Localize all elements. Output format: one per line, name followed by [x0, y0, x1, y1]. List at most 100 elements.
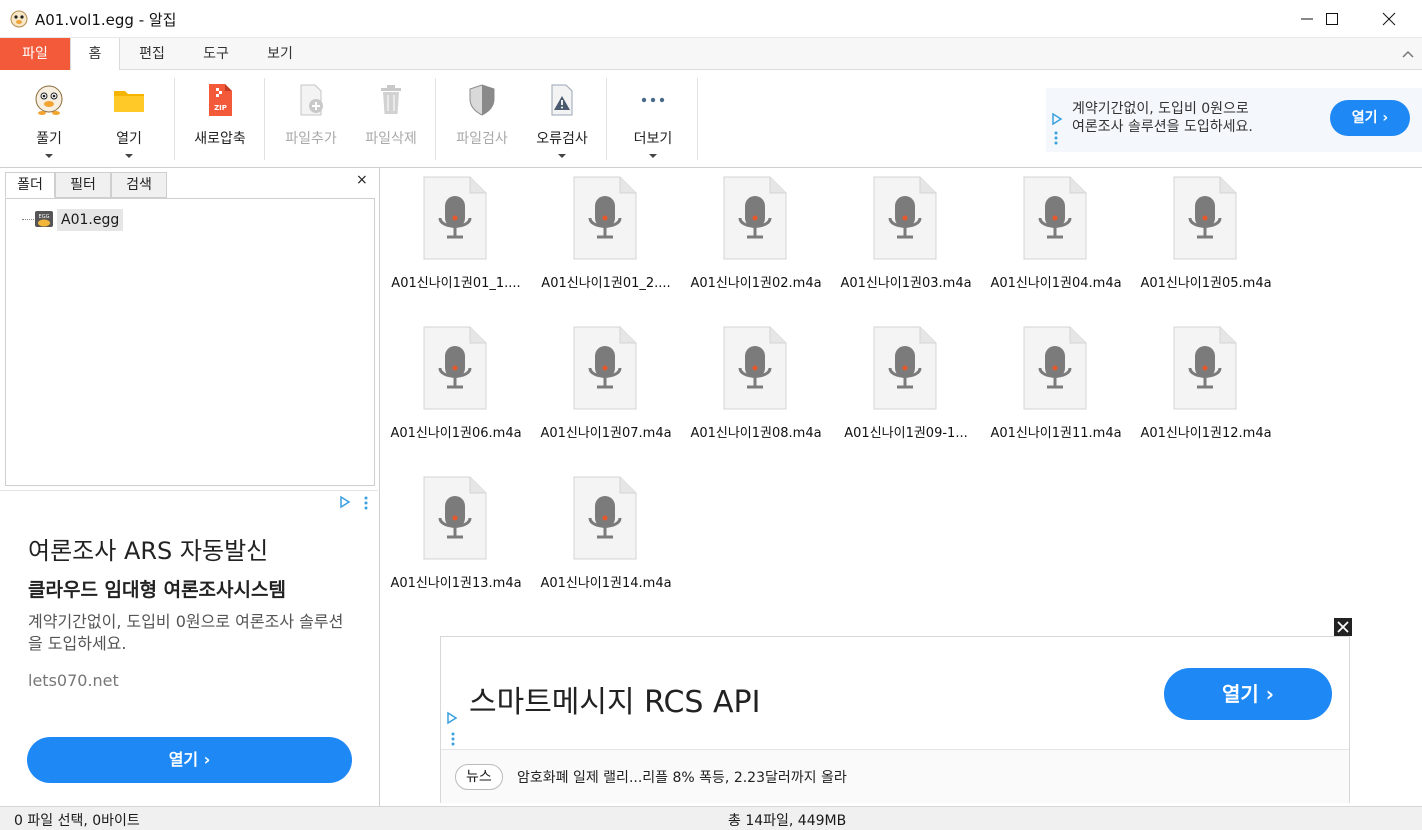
file-item[interactable]: A01신나이1권07.m4a	[531, 318, 681, 458]
tab-edit[interactable]: 편집	[124, 38, 180, 70]
maximize-button[interactable]	[1307, 0, 1357, 38]
scan-file-button[interactable]: 파일검사	[446, 76, 518, 162]
tab-filter[interactable]: 필터	[55, 172, 111, 198]
left-ad-headline: 여론조사 ARS 자동발신	[28, 537, 269, 565]
file-name: A01신나이1권02.m4a	[690, 276, 822, 291]
add-file-button[interactable]: 파일추가	[276, 76, 346, 162]
tab-folder[interactable]: 폴더	[5, 172, 55, 198]
more-button[interactable]: 더보기	[620, 76, 686, 162]
more-icon	[641, 97, 665, 103]
ribbon-separator	[606, 78, 607, 160]
file-item[interactable]: A01신나이1권09-1...	[831, 318, 981, 458]
selection-status: 0 파일 선택, 0바이트	[14, 813, 140, 829]
ribbon-separator	[435, 78, 436, 160]
file-item[interactable]: A01신나이1권06.m4a	[381, 318, 531, 458]
error-check-button[interactable]: 오류검사	[526, 76, 598, 162]
delete-file-button[interactable]: 파일삭제	[356, 76, 426, 162]
tab-tools[interactable]: 도구	[188, 38, 244, 70]
error-check-label: 오류검사	[536, 131, 588, 147]
open-label: 열기	[116, 131, 142, 147]
audio-file-icon	[723, 176, 787, 260]
window-title: A01.vol1.egg - 알집	[35, 11, 177, 29]
panel-close-button[interactable]: ×	[356, 172, 368, 188]
news-tag: 뉴스	[455, 764, 503, 790]
folder-tree: EGG A01.egg	[5, 198, 375, 486]
left-panel: 폴더 필터 검색 × EGG A01.egg 여론조사 ARS 자동발신 클라우…	[0, 168, 380, 806]
tree-node-root[interactable]: A01.egg	[57, 209, 124, 231]
close-button[interactable]	[1364, 0, 1414, 38]
delete-file-label: 파일삭제	[365, 131, 417, 147]
file-name: A01신나이1권05.m4a	[1140, 276, 1272, 291]
ad-choices-icon[interactable]	[338, 495, 352, 509]
ad-choices-icon[interactable]	[445, 711, 459, 725]
file-item[interactable]: A01신나이1권13.m4a	[381, 468, 531, 608]
status-bar: 0 파일 선택, 0바이트 총 14파일, 449MB	[0, 806, 1422, 830]
top-ad-banner[interactable]: 계약기간없이, 도입비 0원으로 여론조사 솔루션을 도입하세요. 열기 ›	[1046, 88, 1422, 152]
ad-choices-icon[interactable]	[1050, 112, 1064, 126]
audio-file-icon	[873, 176, 937, 260]
file-name: A01신나이1권06.m4a	[390, 426, 522, 441]
file-item[interactable]: A01신나이1권12.m4a	[1131, 318, 1281, 458]
news-headline[interactable]: 암호화폐 일제 랠리...리플 8% 폭등, 2.23달러까지 올라	[517, 767, 847, 787]
file-item[interactable]: A01신나이1권08.m4a	[681, 318, 831, 458]
title-bar: A01.vol1.egg - 알집	[0, 0, 1422, 38]
svg-text:ZIP: ZIP	[214, 104, 227, 112]
file-item[interactable]: A01신나이1권04.m4a	[981, 168, 1131, 308]
ribbon-tabs: 파일 홈 편집 도구 보기	[0, 38, 1422, 71]
warning-file-icon	[551, 84, 573, 116]
audio-file-icon	[873, 326, 937, 410]
chevron-down-icon[interactable]	[649, 154, 657, 158]
ad-menu-icon[interactable]	[451, 731, 455, 747]
audio-file-icon	[1023, 326, 1087, 410]
extract-label: 풀기	[36, 131, 62, 147]
tab-file[interactable]: 파일	[0, 38, 70, 70]
file-item[interactable]: A01신나이1권11.m4a	[981, 318, 1131, 458]
new-compress-button[interactable]: ZIP 새로압축	[184, 76, 256, 162]
tab-view[interactable]: 보기	[252, 38, 308, 70]
audio-file-icon	[423, 176, 487, 260]
new-compress-label: 새로압축	[194, 131, 246, 147]
chevron-down-icon[interactable]	[125, 154, 133, 158]
folder-icon	[114, 91, 144, 112]
top-ad-open-button[interactable]: 열기 ›	[1330, 100, 1410, 136]
tab-search[interactable]: 검색	[111, 172, 167, 198]
file-item[interactable]: A01신나이1권05.m4a	[1131, 168, 1281, 308]
total-status: 총 14파일, 449MB	[728, 813, 847, 829]
left-ad-url[interactable]: lets070.net	[28, 671, 119, 690]
collapse-ribbon-icon[interactable]	[1400, 46, 1416, 62]
ad-menu-icon[interactable]	[364, 495, 368, 511]
add-file-icon	[300, 84, 323, 116]
file-item[interactable]: A01신나이1권01_1....	[381, 168, 531, 308]
left-ad-banner[interactable]: 여론조사 ARS 자동발신 클라우드 임대형 여론조사시스템 계약기간없이, 도…	[0, 490, 378, 806]
chevron-down-icon[interactable]	[558, 154, 566, 158]
audio-file-icon	[1023, 176, 1087, 260]
file-item[interactable]: A01신나이1권03.m4a	[831, 168, 981, 308]
zip-file-icon: ZIP	[209, 84, 232, 116]
svg-text:EGG: EGG	[39, 214, 50, 220]
shield-icon	[469, 84, 495, 116]
add-file-label: 파일추가	[285, 131, 337, 147]
left-ad-open-button[interactable]: 열기 ›	[27, 737, 352, 783]
file-name: A01신나이1권01_2....	[541, 276, 671, 291]
maximize-icon	[1326, 13, 1338, 25]
bottom-ad-open-button[interactable]: 열기 ›	[1164, 668, 1332, 720]
ribbon-separator	[697, 78, 698, 160]
chevron-down-icon[interactable]	[45, 154, 53, 158]
open-button[interactable]: 열기	[98, 76, 160, 162]
tab-home[interactable]: 홈	[70, 38, 120, 71]
file-item[interactable]: A01신나이1권14.m4a	[531, 468, 681, 608]
news-bar[interactable]: 뉴스 암호화폐 일제 랠리...리플 8% 폭등, 2.23달러까지 올라	[441, 749, 1349, 803]
left-ad-subheadline: 클라우드 임대형 여론조사시스템	[28, 579, 286, 601]
trash-icon	[381, 85, 401, 114]
ad-menu-icon[interactable]	[1054, 130, 1058, 146]
alzip-mascot-icon	[10, 10, 28, 28]
file-item[interactable]: A01신나이1권01_2....	[531, 168, 681, 308]
bottom-ad-headline: 스마트메시지 RCS API	[469, 685, 761, 720]
bottom-ad-banner[interactable]: 스마트메시지 RCS API 열기 › 뉴스 암호화폐 일제 랠리...리플 8…	[440, 636, 1350, 803]
ad-close-button[interactable]	[1334, 618, 1352, 636]
top-ad-line1: 계약기간없이, 도입비 0원으로	[1072, 101, 1249, 117]
file-name: A01신나이1권07.m4a	[540, 426, 672, 441]
file-item[interactable]: A01신나이1권02.m4a	[681, 168, 831, 308]
extract-button[interactable]: 풀기	[18, 76, 80, 162]
audio-file-icon	[1173, 176, 1237, 260]
